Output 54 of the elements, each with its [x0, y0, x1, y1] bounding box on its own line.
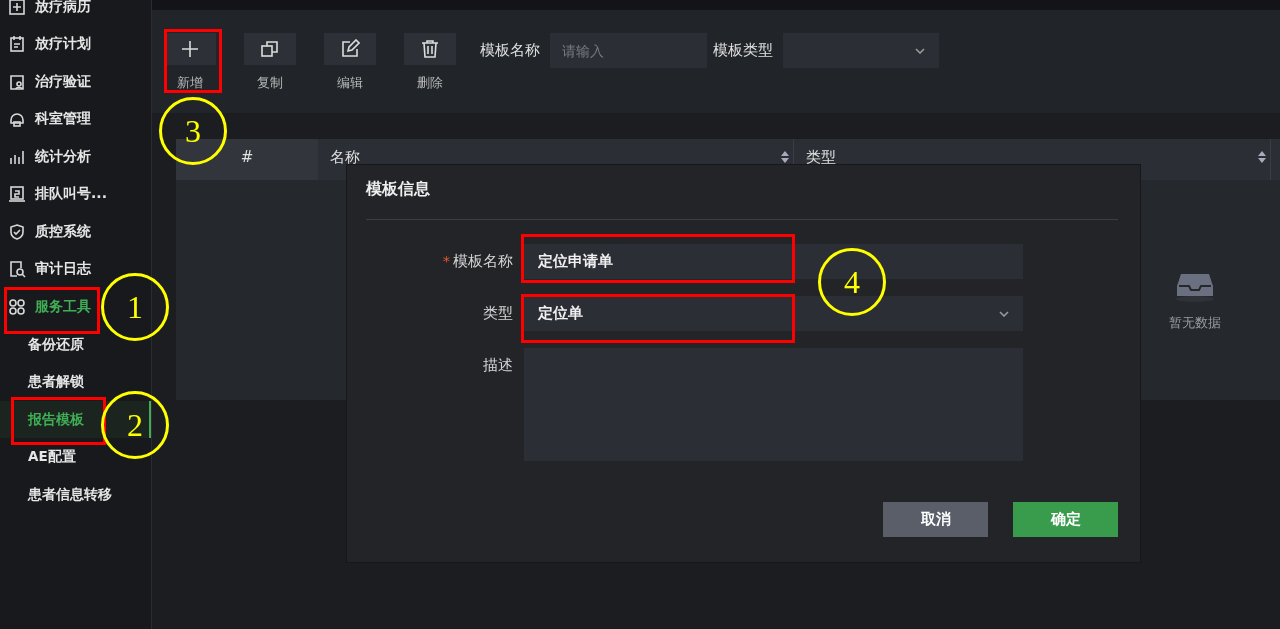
- trash-icon: [420, 39, 440, 59]
- dialog-title: 模板信息: [366, 165, 1118, 220]
- column-header[interactable]: 名称: [330, 148, 360, 167]
- number-screen-icon: [8, 185, 26, 204]
- confirm-button[interactable]: 确定: [1013, 502, 1118, 537]
- document-search-icon: [8, 260, 26, 279]
- cancel-button[interactable]: 取消: [883, 502, 988, 537]
- field-label: 描述: [483, 357, 513, 373]
- sidebar-item[interactable]: 排队叫号...: [35, 185, 107, 204]
- annotation-number: 4: [818, 248, 886, 316]
- clipboard-icon: [8, 35, 26, 54]
- highlight-frame: [164, 29, 222, 93]
- field-label: 类型: [483, 305, 513, 321]
- plus-icon: [180, 39, 200, 59]
- sidebar-subitem[interactable]: AE配置: [28, 448, 76, 464]
- required-mark: *: [442, 253, 450, 269]
- sidebar-item[interactable]: 质控系统: [35, 222, 91, 241]
- shield-check-icon: [8, 222, 26, 241]
- column-header[interactable]: 类型: [806, 148, 836, 167]
- toolbar-button[interactable]: [244, 33, 296, 65]
- sidebar-item[interactable]: 放疗计划: [35, 35, 91, 54]
- sidebar-item[interactable]: 服务工具: [35, 297, 91, 316]
- headset-icon: [8, 110, 26, 129]
- sidebar-subitem[interactable]: 患者信息转移: [28, 485, 112, 502]
- toolbar-button-label: 新增: [177, 74, 203, 92]
- toolbar-button[interactable]: [404, 33, 456, 65]
- sidebar-item[interactable]: 统计分析: [35, 147, 91, 166]
- sidebar-subitem[interactable]: 患者解锁: [28, 373, 84, 389]
- copy-icon: [260, 39, 280, 59]
- grid-icon: [8, 297, 26, 316]
- empty-text: 暂无数据: [1169, 314, 1221, 332]
- toolbar-button-label: 复制: [257, 74, 283, 92]
- filter-label: 模板名称: [480, 40, 540, 61]
- filter-label: 模板类型: [713, 40, 773, 61]
- column-header[interactable]: #: [240, 148, 254, 166]
- edit-icon: [340, 39, 360, 59]
- chevron-down-icon: [915, 48, 925, 54]
- chevron-down-icon: [999, 311, 1009, 317]
- filter-input[interactable]: 请输入: [550, 33, 707, 68]
- toolbar-button[interactable]: [324, 33, 376, 65]
- toolbar-button[interactable]: [164, 33, 216, 65]
- badge-icon: [8, 72, 26, 91]
- sidebar-item[interactable]: 审计日志: [35, 260, 91, 279]
- field-label: 模板名称: [453, 253, 513, 269]
- toolbar-button-label: 删除: [417, 74, 443, 92]
- annotation-number: 3: [159, 97, 227, 165]
- sidebar-subitem[interactable]: 报告模板: [28, 410, 84, 427]
- annotation-number: 2: [101, 391, 169, 459]
- type-select[interactable]: 定位单: [524, 296, 1023, 331]
- sidebar-item[interactable]: 科室管理: [35, 110, 91, 129]
- toolbar-button-label: 编辑: [337, 74, 363, 92]
- sidebar-item[interactable]: 治疗验证: [35, 72, 91, 91]
- sidebar-subitem[interactable]: 备份还原: [28, 335, 84, 352]
- annotation-number: 1: [101, 273, 169, 341]
